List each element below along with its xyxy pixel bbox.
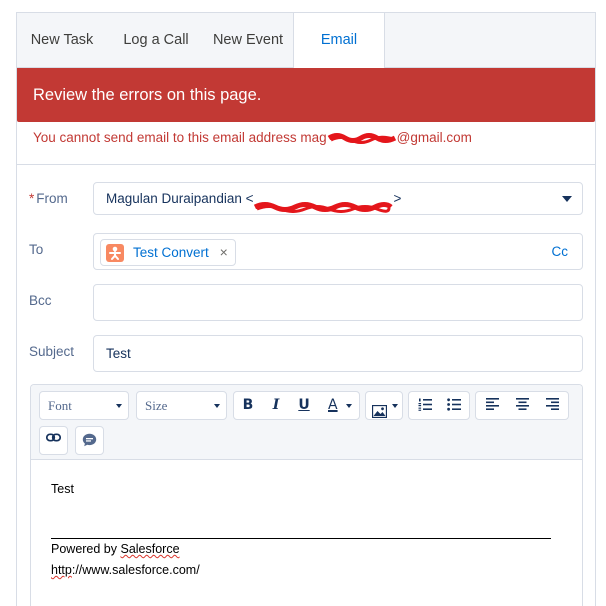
chevron-down-icon bbox=[116, 404, 122, 408]
list-group bbox=[408, 391, 470, 420]
contact-icon bbox=[106, 244, 124, 262]
speech-bubble-icon bbox=[76, 433, 103, 447]
size-select-label: Size bbox=[145, 398, 168, 413]
body-text: Test bbox=[51, 482, 74, 496]
tab-email[interactable]: Email bbox=[293, 13, 385, 69]
from-select[interactable]: Magulan Duraipandian < > bbox=[93, 182, 583, 215]
subject-value: Test bbox=[106, 346, 131, 361]
chevron-down-icon bbox=[346, 404, 352, 408]
bulleted-list-icon bbox=[440, 398, 468, 411]
template-group bbox=[75, 426, 104, 455]
tab-log-a-call[interactable]: Log a Call bbox=[111, 13, 201, 68]
align-center-icon bbox=[508, 398, 536, 410]
bcc-field[interactable] bbox=[93, 284, 583, 321]
from-name: Magulan Duraipandian < bbox=[106, 191, 254, 206]
align-group bbox=[475, 391, 569, 420]
from-value: Magulan Duraipandian < > bbox=[106, 183, 401, 214]
align-center-button[interactable] bbox=[508, 392, 536, 419]
subject-field[interactable]: Test bbox=[93, 335, 583, 372]
powered-by-link: Salesforce bbox=[120, 542, 180, 556]
redaction-scribble bbox=[327, 132, 397, 145]
required-marker: * bbox=[29, 191, 35, 206]
numbered-list-button[interactable] bbox=[411, 392, 439, 419]
image-icon bbox=[372, 399, 387, 418]
signature-url[interactable]: http://www.salesforce.com/ bbox=[51, 563, 200, 577]
italic-button[interactable]: I bbox=[262, 392, 290, 419]
tab-new-event[interactable]: New Event bbox=[203, 13, 293, 68]
bold-button[interactable]: B bbox=[234, 392, 262, 419]
from-label-text: From bbox=[36, 191, 68, 206]
error-banner: Review the errors on this page. bbox=[17, 68, 595, 122]
email-body[interactable]: Test Powered by Salesforce http://www.sa… bbox=[31, 460, 582, 606]
align-left-icon bbox=[478, 398, 506, 410]
signature-powered-by: Powered by Salesforce bbox=[51, 542, 180, 556]
to-field[interactable]: Test Convert × Cc bbox=[93, 233, 583, 270]
format-group: B I U A bbox=[233, 391, 360, 420]
email-body-editor: Font Size B I U A Test Powered by Salesf… bbox=[30, 384, 583, 606]
tab-new-task[interactable]: New Task bbox=[17, 13, 107, 68]
error-detail-prefix: You cannot send email to this email addr… bbox=[33, 130, 327, 145]
signature-divider bbox=[51, 538, 551, 539]
close-icon[interactable]: × bbox=[220, 240, 228, 265]
font-select-label: Font bbox=[48, 398, 72, 413]
text-color-glyph: A bbox=[328, 397, 338, 413]
insert-link-button[interactable] bbox=[40, 427, 67, 454]
quick-text-button[interactable] bbox=[76, 427, 103, 454]
error-detail: You cannot send email to this email addr… bbox=[33, 130, 472, 145]
link-group bbox=[39, 426, 68, 455]
chevron-down-icon bbox=[392, 404, 398, 408]
recipient-pill[interactable]: Test Convert × bbox=[100, 239, 236, 266]
link-icon bbox=[40, 433, 67, 442]
redaction-scribble bbox=[253, 193, 394, 214]
bcc-label: Bcc bbox=[29, 293, 52, 308]
image-button[interactable] bbox=[366, 392, 402, 419]
action-tabs: New Task Log a Call New Event Email bbox=[17, 13, 595, 69]
numbered-list-icon bbox=[411, 398, 439, 411]
powered-by-prefix: Powered by bbox=[51, 542, 121, 556]
error-detail-suffix: @gmail.com bbox=[396, 130, 472, 145]
editor-toolbar: Font Size B I U A bbox=[31, 385, 582, 460]
cc-link[interactable]: Cc bbox=[552, 234, 569, 269]
from-label: * From bbox=[29, 191, 68, 206]
publisher-card: New Task Log a Call New Event Email Revi… bbox=[16, 12, 596, 606]
align-right-icon bbox=[538, 398, 566, 410]
underline-button[interactable]: U bbox=[290, 392, 318, 419]
size-select[interactable]: Size bbox=[136, 391, 227, 420]
font-select[interactable]: Font bbox=[39, 391, 129, 420]
text-color-button[interactable]: A bbox=[320, 392, 358, 419]
recipient-name: Test Convert bbox=[133, 245, 209, 260]
url-rest: ://www.salesforce.com/ bbox=[71, 563, 200, 577]
image-group bbox=[365, 391, 403, 420]
chevron-down-icon bbox=[214, 404, 220, 408]
bulleted-list-button[interactable] bbox=[440, 392, 468, 419]
url-scheme: http bbox=[51, 563, 72, 577]
divider bbox=[17, 164, 595, 165]
align-left-button[interactable] bbox=[478, 392, 506, 419]
align-right-button[interactable] bbox=[538, 392, 566, 419]
from-suffix: > bbox=[393, 191, 402, 206]
subject-label: Subject bbox=[29, 344, 75, 359]
to-label: To bbox=[29, 242, 44, 257]
chevron-down-icon bbox=[562, 196, 572, 202]
